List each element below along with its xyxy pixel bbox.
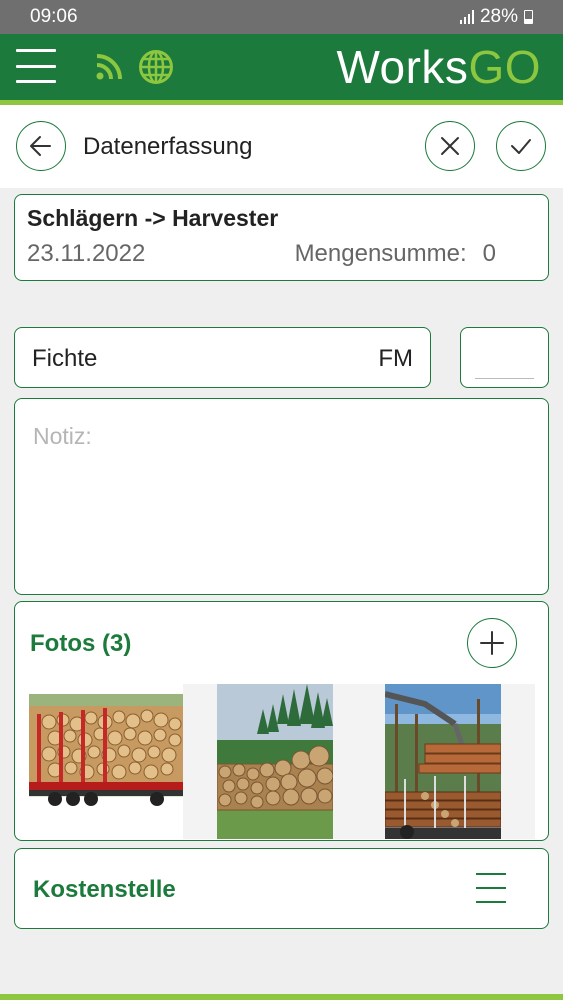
photo-log-truck[interactable] — [29, 684, 183, 839]
status-time: 09:06 — [30, 6, 78, 27]
close-icon — [441, 137, 459, 155]
status-bar: 09:06 28% — [0, 0, 563, 34]
battery-percent: 28% — [479, 6, 518, 27]
species-name: Fichte — [32, 345, 98, 372]
activity-date: 23.11.2022 — [27, 240, 146, 267]
globe-icon[interactable] — [138, 49, 174, 85]
page-title: Datenerfassung — [83, 133, 253, 160]
bottom-accent-stripe — [0, 994, 563, 1000]
signal-icon — [459, 10, 474, 24]
quantity-sum: Mengensumme: 0 — [295, 240, 496, 268]
arrow-left-icon — [30, 136, 51, 156]
app-logo: WorksGO — [336, 41, 541, 93]
photo-strip[interactable] — [29, 684, 535, 839]
plus-icon — [480, 631, 504, 655]
cost-center-label: Kostenstelle — [33, 876, 176, 903]
list-menu-icon[interactable] — [476, 873, 506, 903]
quantity-underline — [475, 378, 534, 379]
add-photo-button[interactable] — [467, 618, 517, 668]
hamburger-menu-icon[interactable] — [16, 49, 56, 83]
species-select[interactable]: Fichte FM — [14, 327, 431, 388]
status-indicators: 28% — [459, 6, 533, 28]
activity-header-card: Schlägern -> Harvester 23.11.2022 Mengen… — [14, 194, 549, 281]
note-field[interactable]: Notiz: — [14, 398, 549, 595]
activity-title: Schlägern -> Harvester — [27, 205, 279, 231]
cancel-button[interactable] — [425, 121, 475, 171]
note-placeholder: Notiz: — [33, 423, 92, 449]
photos-card: Fotos (3) — [14, 601, 549, 841]
quantity-sum-value: 0 — [482, 240, 496, 267]
app-bar: WorksGO — [0, 34, 563, 100]
confirm-button[interactable] — [496, 121, 546, 171]
back-button[interactable] — [16, 121, 66, 171]
photo-harvester[interactable] — [385, 684, 501, 839]
species-unit: FM — [378, 345, 413, 372]
toolbar: Datenerfassung — [0, 105, 563, 188]
check-icon — [511, 139, 531, 154]
battery-icon — [524, 10, 533, 24]
quantity-input[interactable] — [460, 327, 549, 388]
sync-signal-icon[interactable] — [94, 50, 126, 82]
cost-center-select[interactable]: Kostenstelle — [14, 848, 549, 929]
photo-log-pile[interactable] — [217, 684, 333, 839]
photos-title: Fotos (3) — [30, 630, 132, 657]
quantity-sum-label: Mengensumme: — [294, 240, 467, 267]
